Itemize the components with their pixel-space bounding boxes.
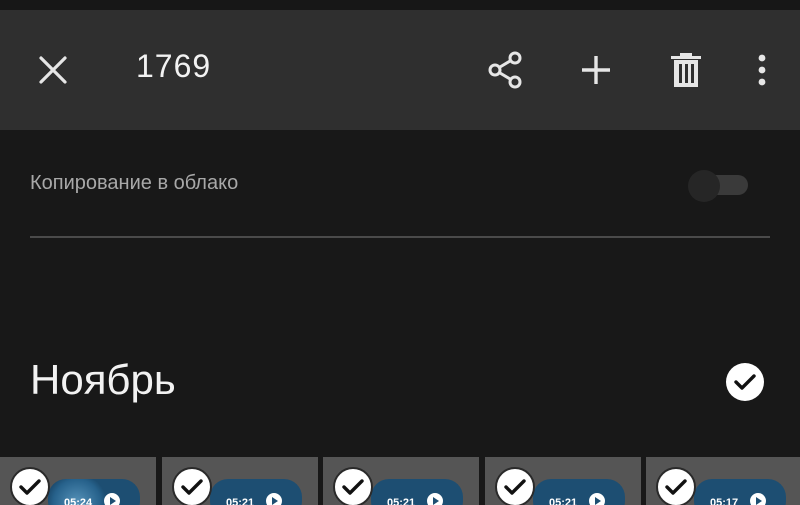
cloud-backup-label: Копирование в облако: [30, 172, 239, 194]
share-icon: [486, 50, 524, 90]
media-thumbnail[interactable]: 05:21: [485, 457, 641, 505]
media-thumbnail[interactable]: 05:24: [0, 457, 156, 505]
share-button[interactable]: [474, 10, 536, 130]
check-icon: [734, 373, 756, 391]
selection-toolbar: 1769: [0, 10, 800, 130]
selection-checkbox[interactable]: [656, 467, 696, 505]
video-duration: 05:21: [226, 497, 255, 505]
toggle-thumb: [688, 170, 720, 202]
selection-checkbox[interactable]: [333, 467, 373, 505]
more-options-button[interactable]: [742, 10, 782, 130]
check-icon: [504, 478, 526, 496]
play-icon: [750, 493, 766, 505]
play-icon: [589, 493, 605, 505]
check-icon: [665, 478, 687, 496]
divider: [30, 236, 770, 238]
close-icon: [38, 55, 68, 85]
video-preview: [533, 479, 625, 505]
delete-icon: [671, 53, 701, 87]
selection-checkbox[interactable]: [495, 467, 535, 505]
video-duration: 05:21: [387, 497, 416, 505]
check-icon: [19, 478, 41, 496]
media-thumbnail[interactable]: 05:21: [162, 457, 318, 505]
select-all-month-checkbox[interactable]: [726, 363, 764, 401]
cloud-backup-row[interactable]: Копирование в облако: [30, 152, 770, 216]
close-button[interactable]: [20, 10, 86, 130]
delete-button[interactable]: [656, 10, 716, 130]
add-icon: [580, 54, 612, 86]
video-preview: [371, 479, 463, 505]
check-icon: [342, 478, 364, 496]
check-icon: [181, 478, 203, 496]
video-preview: [210, 479, 302, 505]
status-bar: [0, 0, 800, 10]
video-preview: [694, 479, 786, 505]
video-duration: 05:24: [64, 497, 93, 505]
selection-checkbox[interactable]: [10, 467, 50, 505]
play-icon: [427, 493, 443, 505]
add-to-album-button[interactable]: [566, 10, 626, 130]
media-thumbnail[interactable]: 05:17: [646, 457, 800, 505]
play-icon: [104, 493, 120, 505]
section-month-title: Ноябрь: [30, 356, 176, 403]
media-grid: 05:24 05:21 05:21 05:21 05:17: [0, 457, 800, 505]
video-duration: 05:21: [549, 497, 578, 505]
more-vert-icon: [757, 54, 767, 86]
video-duration: 05:17: [710, 497, 739, 505]
selected-count: 1769: [136, 48, 212, 84]
play-icon: [266, 493, 282, 505]
media-thumbnail[interactable]: 05:21: [323, 457, 479, 505]
selection-checkbox[interactable]: [172, 467, 212, 505]
cloud-backup-toggle[interactable]: [688, 170, 750, 202]
